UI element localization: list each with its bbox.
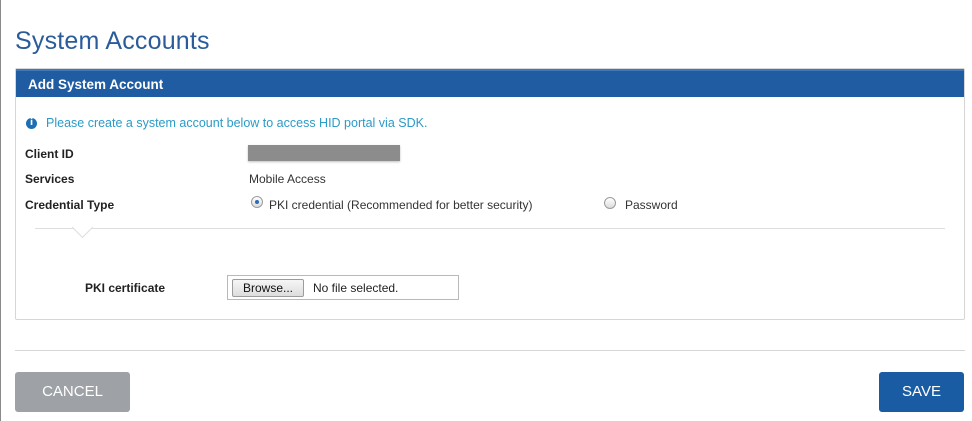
services-value: Mobile Access xyxy=(249,172,326,186)
pki-certificate-label: PKI certificate xyxy=(85,281,166,295)
pki-certificate-file-input[interactable]: Browse... No file selected. xyxy=(227,275,459,300)
radio-pki-credential[interactable] xyxy=(251,196,263,208)
footer-divider xyxy=(15,350,965,351)
info-text: Please create a system account below to … xyxy=(46,116,428,130)
credential-type-label: Credential Type xyxy=(25,198,115,212)
page-title: System Accounts xyxy=(15,27,210,55)
client-id-value-redacted xyxy=(248,145,400,161)
file-status-text: No file selected. xyxy=(313,281,399,295)
info-message: i Please create a system account below t… xyxy=(26,116,427,130)
radio-password[interactable] xyxy=(604,197,616,209)
info-circle-icon: i xyxy=(26,117,37,129)
panel-header: Add System Account xyxy=(16,69,964,97)
browse-button[interactable]: Browse... xyxy=(232,279,304,297)
add-system-account-panel: Add System Account i Please create a sys… xyxy=(15,68,965,320)
radio-password-label[interactable]: Password xyxy=(625,198,678,212)
section-divider xyxy=(35,228,945,229)
services-label: Services xyxy=(25,172,75,186)
section-caret xyxy=(71,216,94,239)
radio-pki-credential-label[interactable]: PKI credential (Recommended for better s… xyxy=(269,198,532,212)
client-id-label: Client ID xyxy=(25,147,74,161)
window-left-border xyxy=(0,0,1,421)
cancel-button[interactable]: CANCEL xyxy=(15,372,130,412)
save-button[interactable]: SAVE xyxy=(879,372,964,412)
